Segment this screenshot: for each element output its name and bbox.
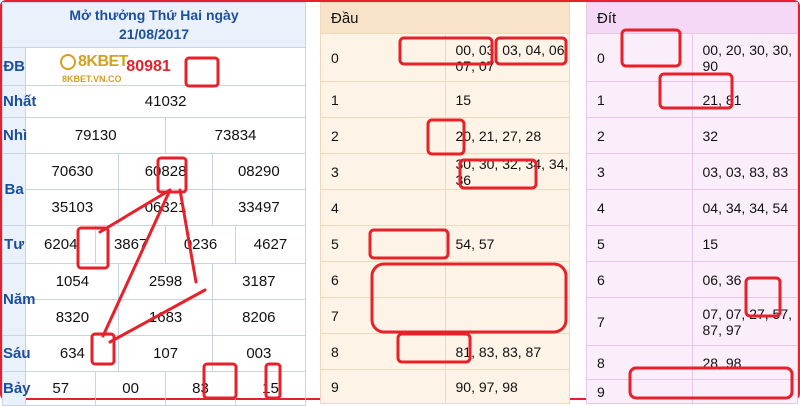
dit-value: 28, 98: [691, 345, 798, 380]
dit-table: Đít 0 00, 20, 30, 30, 90 1 21, 81 2 32 3 03,…: [586, 2, 798, 404]
dit-key: 6: [586, 261, 693, 298]
dau-key: 9: [320, 369, 446, 404]
logo-url-text: 8KBET.VN.CO: [62, 74, 122, 84]
brand-logo: 8KBET 8KBET.VN.CO: [60, 52, 170, 92]
prize-label-db: ĐB: [1, 47, 27, 86]
prize-ba-value: 06321: [118, 189, 213, 226]
dit-key: 1: [586, 81, 693, 118]
prize-nam-value: 8320: [25, 299, 120, 336]
dit-value: 06, 36: [691, 261, 798, 298]
prize-nam-value: 1683: [118, 299, 213, 336]
dau-value: 54, 57: [444, 225, 570, 262]
dau-value: [444, 297, 570, 334]
results-header: Mở thưởng Thứ Hai ngày 21/08/2017: [2, 2, 306, 48]
prize-nhi-value: 73834: [165, 117, 306, 154]
dau-value: [444, 261, 570, 298]
dit-value: 07, 07, 27, 57, 87, 97: [691, 297, 798, 346]
dau-key: 7: [320, 297, 446, 334]
prize-nam-value: 3187: [211, 263, 307, 300]
prize-tu-value: 4627: [234, 225, 307, 264]
prize-bay-value: 83: [165, 371, 236, 406]
prize-ba-value: 35103: [25, 189, 120, 226]
dit-key: 0: [586, 33, 693, 82]
prize-nam-value: 8206: [211, 299, 307, 336]
dau-value: 00, 03, 03, 04, 06, 07, 07: [444, 33, 570, 82]
dit-value: 32: [691, 117, 798, 154]
results-title: Mở thưởng Thứ Hai ngày: [69, 7, 239, 23]
prize-tu-value: 3867: [95, 225, 167, 264]
dit-key: 2: [586, 117, 693, 154]
prize-ba-value: 33497: [211, 189, 307, 226]
prize-nhi-value: 79130: [25, 117, 167, 154]
dit-key: 4: [586, 189, 693, 226]
prize-label-ba: Ba: [1, 153, 27, 226]
dau-header: Đầu: [320, 2, 570, 34]
prize-label-bay: Bảy: [1, 371, 31, 406]
dau-table: Đầu 0 00, 03, 03, 04, 06, 07, 07 1 15 2 20,…: [320, 2, 570, 404]
prize-label-nhi: Nhì: [1, 117, 27, 154]
dau-value: [444, 189, 570, 226]
dau-value: 81, 83, 83, 87: [444, 333, 570, 370]
dau-value: 90, 97, 98: [444, 369, 570, 404]
prize-ba-value: 60828: [118, 153, 213, 190]
dau-key: 5: [320, 225, 446, 262]
logo-ring-icon: [60, 54, 76, 70]
prize-label-tu: Tư: [1, 225, 27, 264]
dit-key: 7: [586, 297, 693, 346]
prize-bay-value: 57: [25, 371, 97, 406]
dau-key: 4: [320, 189, 446, 226]
dit-value: 04, 34, 34, 54: [691, 189, 798, 226]
dit-value: 15: [691, 225, 798, 262]
prize-sau-value: 634: [25, 335, 120, 372]
prize-tu-value: 0236: [165, 225, 236, 264]
prize-label-nam: Năm: [1, 263, 36, 336]
dau-key: 2: [320, 117, 446, 154]
dau-key: 3: [320, 153, 446, 190]
dit-key: 5: [586, 225, 693, 262]
prize-nam-value: 1054: [25, 263, 120, 300]
column-gap: [570, 2, 586, 398]
dau-value: 15: [444, 81, 570, 118]
dit-value: 21, 81: [691, 81, 798, 118]
prize-sau-value: 107: [118, 335, 213, 372]
dit-key: 3: [586, 153, 693, 190]
dau-key: 0: [320, 33, 446, 82]
dau-key: 1: [320, 81, 446, 118]
dau-value: 30, 30, 32, 34, 34, 36: [444, 153, 570, 190]
dau-key: 6: [320, 261, 446, 298]
column-gap: [306, 2, 320, 398]
dit-header: Đít: [586, 2, 798, 34]
dit-value: 03, 03, 83, 83: [691, 153, 798, 190]
prize-nam-value: 2598: [118, 263, 213, 300]
prize-bay-value: 00: [95, 371, 167, 406]
dau-value: 20, 21, 27, 28: [444, 117, 570, 154]
dit-key: 8: [586, 345, 693, 380]
prize-sau-value: 003: [211, 335, 307, 372]
prize-ba-value: 08290: [211, 153, 307, 190]
prize-ba-value: 70630: [25, 153, 120, 190]
prize-label-nhat: Nhất: [1, 85, 36, 118]
dit-value: 00, 20, 30, 30, 90: [691, 33, 798, 82]
prize-label-sau: Sáu: [1, 335, 31, 372]
prize-bay-value: 15: [234, 371, 307, 406]
dau-key: 8: [320, 333, 446, 370]
prize-tu-value: 6204: [25, 225, 97, 264]
logo-brand-text: 8KBET: [78, 53, 128, 70]
results-date: 21/08/2017: [118, 26, 190, 42]
